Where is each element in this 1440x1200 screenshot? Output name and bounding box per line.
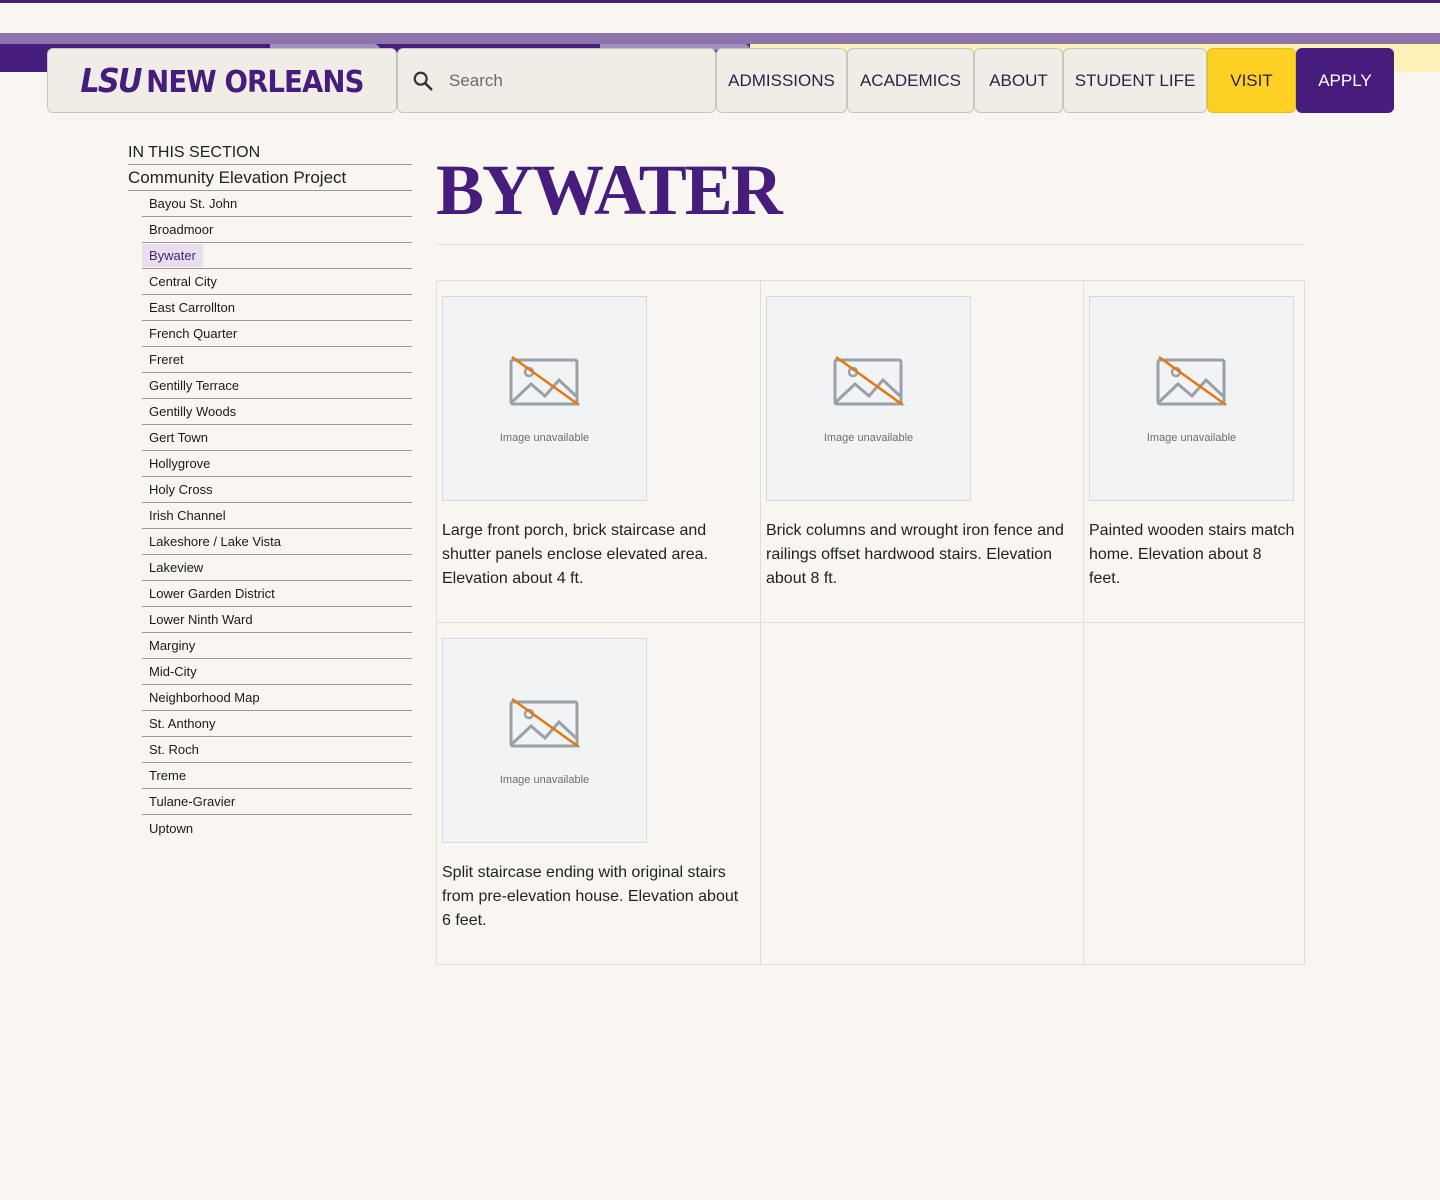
- sidebar-parent-link[interactable]: Community Elevation Project: [128, 165, 412, 191]
- sidebar-link-active[interactable]: Bywater: [142, 244, 203, 267]
- sidebar-link[interactable]: Gentilly Woods: [142, 400, 243, 423]
- main-content: BYWATER Image unavailable Large front po…: [436, 140, 1305, 965]
- image-unavailable-text: Image unavailable: [823, 431, 914, 444]
- nav-about[interactable]: ABOUT: [974, 48, 1063, 113]
- sidebar-link[interactable]: Marginy: [142, 634, 202, 657]
- sidebar-link[interactable]: Lakeview: [142, 556, 210, 579]
- site-header: LSUNEW ORLEANS ADMISSIONS ACADEMICS ABOU…: [47, 48, 1394, 113]
- sidebar-link[interactable]: Gert Town: [142, 426, 215, 449]
- image-unavailable-text: Image unavailable: [499, 773, 590, 786]
- sidebar-item: Holy Cross: [142, 477, 412, 503]
- sidebar-item: Mid-City: [142, 659, 412, 685]
- sidebar-item: Lakeview: [142, 555, 412, 581]
- sidebar-item: Lower Garden District: [142, 581, 412, 607]
- sidebar-item: Lakeshore / Lake Vista: [142, 529, 412, 555]
- gallery-item: Image unavailable Brick columns and wrou…: [761, 281, 1084, 623]
- site-logo-link[interactable]: LSU NEW ORLEANS: [47, 48, 397, 113]
- gallery-caption: Painted wooden stairs match home. Elevat…: [1089, 522, 1295, 587]
- sidebar-item: Bayou St. John: [142, 191, 412, 217]
- sidebar-link[interactable]: Freret: [142, 348, 191, 371]
- gallery-item: Image unavailable Painted wooden stairs …: [1084, 281, 1305, 623]
- search-input[interactable]: [449, 70, 689, 91]
- image-placeholder: Image unavailable: [442, 638, 647, 843]
- sidebar-item: East Carrollton: [142, 295, 412, 321]
- sidebar-item: Hollygrove: [142, 451, 412, 477]
- sidebar-item: Marginy: [142, 633, 412, 659]
- sidebar-item: St. Roch: [142, 737, 412, 763]
- sidebar-link[interactable]: Holy Cross: [142, 478, 220, 501]
- top-accent-line: [0, 0, 1440, 3]
- image-unavailable-text: Image unavailable: [499, 431, 590, 444]
- broken-image-icon: [509, 355, 580, 406]
- apply-button[interactable]: APPLY: [1296, 48, 1394, 113]
- search-icon[interactable]: [412, 70, 434, 92]
- image-placeholder: Image unavailable: [766, 296, 971, 501]
- sidebar-link[interactable]: French Quarter: [142, 322, 244, 345]
- nav-academics[interactable]: ACADEMICS: [847, 48, 974, 113]
- sidebar-link[interactable]: Lakeshore / Lake Vista: [142, 530, 288, 553]
- sidebar-item: Bywater: [142, 243, 412, 269]
- broken-image-icon: [509, 697, 580, 748]
- sidebar-link[interactable]: Lower Garden District: [142, 582, 282, 605]
- sidebar-link[interactable]: Tulane-Gravier: [142, 790, 242, 813]
- sidebar-link[interactable]: Neighborhood Map: [142, 686, 267, 709]
- nav-student-life[interactable]: STUDENT LIFE: [1063, 48, 1207, 113]
- sidebar-link[interactable]: St. Roch: [142, 738, 206, 761]
- section-sidebar: IN THIS SECTION Community Elevation Proj…: [128, 143, 412, 841]
- sidebar-link[interactable]: Central City: [142, 270, 224, 293]
- sidebar-link[interactable]: Mid-City: [142, 660, 204, 683]
- sidebar-link[interactable]: Uptown: [142, 817, 200, 840]
- visit-button[interactable]: VISIT: [1207, 48, 1296, 113]
- sidebar-item: Gentilly Terrace: [142, 373, 412, 399]
- gallery-item: Image unavailable Split staircase ending…: [437, 623, 761, 965]
- sidebar-link[interactable]: Broadmoor: [142, 218, 220, 241]
- broken-image-icon: [1156, 355, 1227, 406]
- sidebar-item: Lower Ninth Ward: [142, 607, 412, 633]
- photo-gallery: Image unavailable Large front porch, bri…: [436, 280, 1305, 965]
- sidebar-link[interactable]: Bayou St. John: [142, 192, 244, 215]
- sidebar-list: Bayou St. John Broadmoor Bywater Central…: [128, 191, 412, 841]
- sidebar-item: Gert Town: [142, 425, 412, 451]
- site-logo: LSU NEW ORLEANS: [80, 61, 364, 100]
- sidebar-link[interactable]: Hollygrove: [142, 452, 217, 475]
- sidebar-link[interactable]: Treme: [142, 764, 193, 787]
- sidebar-item: Broadmoor: [142, 217, 412, 243]
- sidebar-item: Irish Channel: [142, 503, 412, 529]
- sidebar-link[interactable]: East Carrollton: [142, 296, 242, 319]
- gallery-caption: Brick columns and wrought iron fence and…: [766, 522, 1064, 587]
- sidebar-item: Gentilly Woods: [142, 399, 412, 425]
- sidebar-item: Tulane-Gravier: [142, 789, 412, 815]
- nav-admissions[interactable]: ADMISSIONS: [716, 48, 847, 113]
- sidebar-link[interactable]: Irish Channel: [142, 504, 233, 527]
- gallery-empty-cell: [761, 623, 1084, 965]
- sidebar-item: Neighborhood Map: [142, 685, 412, 711]
- broken-image-icon: [833, 355, 904, 406]
- sidebar-heading: IN THIS SECTION: [128, 143, 412, 165]
- search-bar[interactable]: [397, 48, 716, 113]
- sidebar-item: Uptown: [142, 815, 412, 841]
- sidebar-item: Freret: [142, 347, 412, 373]
- gallery-empty-cell: [1084, 623, 1305, 965]
- sidebar-link[interactable]: Lower Ninth Ward: [142, 608, 260, 631]
- sidebar-item: Treme: [142, 763, 412, 789]
- sidebar-item: Central City: [142, 269, 412, 295]
- image-placeholder: Image unavailable: [442, 296, 647, 501]
- sidebar-item: French Quarter: [142, 321, 412, 347]
- sidebar-link[interactable]: Gentilly Terrace: [142, 374, 246, 397]
- image-unavailable-text: Image unavailable: [1146, 431, 1237, 444]
- sidebar-link[interactable]: St. Anthony: [142, 712, 223, 735]
- gallery-item: Image unavailable Large front porch, bri…: [437, 281, 761, 623]
- sidebar-item: St. Anthony: [142, 711, 412, 737]
- image-placeholder: Image unavailable: [1089, 296, 1294, 501]
- page-title: BYWATER: [436, 140, 1304, 245]
- gallery-caption: Split staircase ending with original sta…: [442, 864, 739, 929]
- gallery-caption: Large front porch, brick staircase and s…: [442, 522, 708, 587]
